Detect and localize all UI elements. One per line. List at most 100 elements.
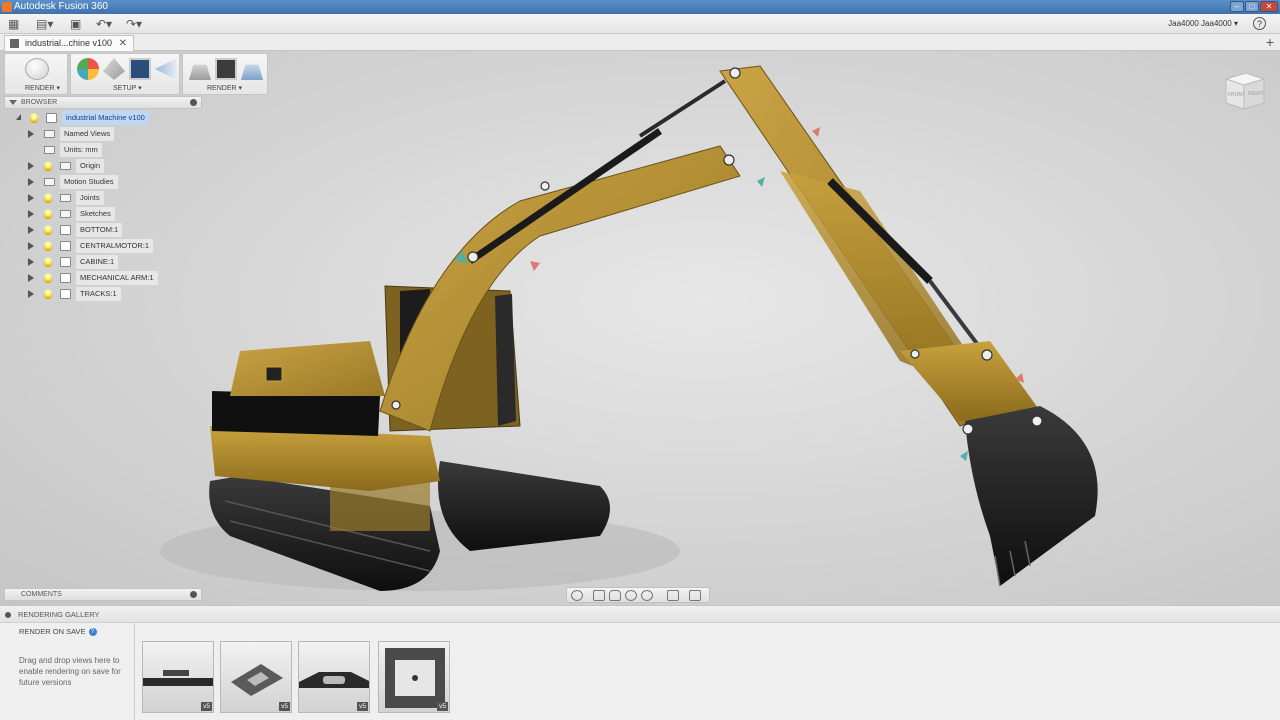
add-comment-icon[interactable]: [190, 591, 197, 598]
visibility-bulb-icon[interactable]: [44, 209, 52, 219]
physical-material-icon[interactable]: [103, 58, 125, 80]
visibility-bulb-icon[interactable]: [44, 193, 52, 203]
window-controls: – □ ✕: [1230, 1, 1278, 12]
quick-access-toolbar: ▦ ▤▾ ▣ ↶▾ ↷▾ Jaa4000 Jaa4000 ▾ ?: [0, 14, 1280, 34]
browser-item-named-views[interactable]: Named Views: [26, 127, 115, 141]
comments-title: COMMENTS: [21, 591, 62, 598]
rendering-gallery-header[interactable]: RENDERING GALLERY: [0, 606, 1280, 623]
undo-icon[interactable]: ↶▾: [96, 17, 112, 31]
info-icon[interactable]: ?: [88, 628, 97, 637]
grid-settings-icon[interactable]: [689, 590, 701, 601]
help-icon[interactable]: ?: [1253, 17, 1266, 30]
in-canvas-render-icon[interactable]: [189, 64, 211, 80]
browser-item-units[interactable]: Units: mm: [26, 143, 102, 157]
visibility-bulb-icon[interactable]: [30, 113, 38, 123]
expand-arrow-icon[interactable]: [28, 162, 34, 170]
component-icon: [60, 225, 71, 235]
visibility-bulb-icon[interactable]: [44, 273, 52, 283]
file-menu-icon[interactable]: ▤▾: [36, 17, 53, 31]
decal-icon[interactable]: [155, 58, 177, 80]
gallery-thumbnail[interactable]: v5: [298, 641, 370, 713]
boom-cylinder-rod: [638, 79, 727, 138]
zoom-icon[interactable]: [625, 590, 637, 601]
grid-menu-icon[interactable]: ▦: [8, 17, 19, 31]
collapse-icon[interactable]: [5, 612, 11, 618]
component-icon: [60, 289, 71, 299]
browser-header[interactable]: BROWSER: [4, 96, 202, 109]
browser-item-label: Origin: [76, 159, 105, 173]
ribbon-toolbar: RENDER ▾ SETUP ▾ RENDER ▾: [4, 53, 268, 95]
browser-item-bottom[interactable]: BOTTOM:1: [26, 223, 123, 237]
browser-item-origin[interactable]: Origin: [26, 159, 105, 173]
close-tab-icon[interactable]: ✕: [119, 36, 127, 51]
expand-arrow-icon[interactable]: [28, 194, 34, 202]
expand-arrow-icon[interactable]: [28, 290, 34, 298]
new-tab-icon[interactable]: +: [1266, 34, 1274, 50]
document-tab[interactable]: industrial...chine v100 ✕: [4, 35, 134, 51]
browser-item-motion-studies[interactable]: Motion Studies: [26, 175, 118, 189]
gallery-thumbnail[interactable]: v5: [142, 641, 214, 713]
browser-item-joints[interactable]: Joints: [26, 191, 104, 205]
orbit-icon[interactable]: [571, 590, 583, 601]
visibility-bulb-icon[interactable]: [44, 241, 52, 251]
expand-arrow-icon[interactable]: [28, 258, 34, 266]
visibility-bulb-icon[interactable]: [44, 225, 52, 235]
browser-panel: BROWSER industrial Machine v100 Named Vi…: [4, 96, 202, 301]
redo-icon[interactable]: ↷▾: [126, 17, 142, 31]
workspace-switcher[interactable]: RENDER ▾: [4, 53, 68, 95]
collapse-icon[interactable]: [9, 100, 17, 105]
version-badge: v5: [357, 702, 368, 711]
setup-group: SETUP ▾: [70, 53, 180, 95]
expand-arrow-icon[interactable]: [28, 242, 34, 250]
browser-item-tracks[interactable]: TRACKS:1: [26, 287, 121, 301]
visibility-bulb-icon[interactable]: [44, 257, 52, 267]
component-icon: [60, 257, 71, 267]
browser-item-mechanical-arm[interactable]: MECHANICAL ARM:1: [26, 271, 158, 285]
appearance-icon[interactable]: [77, 58, 99, 80]
browser-item-sketches[interactable]: Sketches: [26, 207, 115, 221]
close-window-button[interactable]: ✕: [1260, 1, 1278, 12]
scene-settings-icon[interactable]: [129, 58, 151, 80]
version-badge: v5: [201, 702, 212, 711]
navigation-bar: [566, 587, 710, 603]
expand-arrow-icon[interactable]: [28, 210, 34, 218]
collapse-arrow-icon[interactable]: [16, 114, 21, 120]
gallery-thumbnail[interactable]: v5: [378, 641, 450, 713]
comments-panel: COMMENTS: [4, 588, 202, 601]
browser-item-cabine[interactable]: CABINE:1: [26, 255, 119, 269]
browser-item-label: TRACKS:1: [76, 287, 121, 301]
gallery-thumbnail[interactable]: v5: [220, 641, 292, 713]
user-account-menu[interactable]: Jaa4000 Jaa4000 ▾: [1168, 19, 1238, 28]
document-icon: [10, 39, 19, 48]
expand-arrow-icon[interactable]: [28, 226, 34, 234]
pan-hand-icon[interactable]: [609, 590, 621, 601]
comments-header[interactable]: COMMENTS: [4, 588, 202, 601]
maximize-button[interactable]: □: [1245, 1, 1259, 12]
setup-label[interactable]: SETUP ▾: [113, 84, 142, 92]
render-on-save-label: RENDER ON SAVE: [19, 627, 86, 636]
expand-arrow-icon[interactable]: [28, 130, 34, 138]
display-settings-icon[interactable]: [667, 590, 679, 601]
3d-viewport[interactable]: RENDER ▾ SETUP ▾ RENDER ▾ BROWSER indust…: [0, 51, 1280, 605]
render-icon[interactable]: [215, 58, 237, 80]
component-icon: [60, 273, 71, 283]
render-label[interactable]: RENDER ▾: [207, 84, 242, 92]
pin-icon[interactable]: [190, 99, 197, 106]
minimize-button[interactable]: –: [1230, 1, 1244, 12]
browser-item-label: BOTTOM:1: [76, 223, 123, 237]
excavator-model[interactable]: [0, 51, 1280, 605]
look-at-icon[interactable]: [593, 590, 605, 601]
render-group: RENDER ▾: [182, 53, 268, 95]
browser-root-item[interactable]: industrial Machine v100: [12, 111, 149, 125]
rendering-gallery-title: RENDERING GALLERY: [18, 610, 100, 619]
visibility-bulb-icon[interactable]: [44, 289, 52, 299]
view-cube[interactable]: FRONT RIGHT: [1222, 71, 1268, 111]
fit-icon[interactable]: [641, 590, 653, 601]
visibility-bulb-icon[interactable]: [44, 161, 52, 171]
render-gallery-icon[interactable]: [241, 64, 263, 80]
fusion-app-icon: [2, 2, 12, 12]
expand-arrow-icon[interactable]: [28, 178, 34, 186]
browser-item-centralmotor[interactable]: CENTRALMOTOR:1: [26, 239, 154, 253]
save-icon[interactable]: ▣: [70, 17, 81, 31]
expand-arrow-icon[interactable]: [28, 274, 34, 282]
